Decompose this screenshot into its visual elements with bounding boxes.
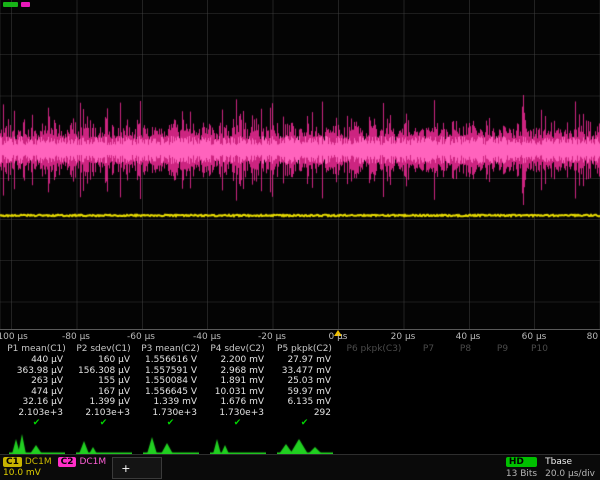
tbase-value: 20.0 µs/div: [545, 469, 595, 479]
measure-row-mean: 363.98 µV 156.308 µV 1.557591 V 2.968 mV…: [3, 366, 600, 377]
measure-value-cell: 474 µV: [3, 387, 70, 398]
param-header-p2[interactable]: P2 sdev(C1): [70, 344, 137, 355]
time-axis-label: 40 µs: [456, 332, 481, 342]
param-header-p7[interactable]: P7: [410, 344, 447, 355]
measure-value-cell: 1.557591 V: [137, 366, 204, 377]
histicon-canvas: [210, 432, 266, 454]
measure-status-row: ✔ ✔ ✔ ✔ ✔: [3, 418, 600, 428]
status-check-icon: ✔: [3, 418, 70, 428]
measure-value-cell: 6.135 mV: [271, 397, 338, 408]
measure-value-cell: 1.730e+3: [137, 408, 204, 419]
acquisition-indicator-icon: [3, 2, 18, 7]
param-header-p9[interactable]: P9: [484, 344, 521, 355]
status-check-icon: ✔: [137, 418, 204, 428]
hd-badge: HD: [506, 457, 537, 467]
measure-value-cell: 2.968 mV: [204, 366, 271, 377]
cursor-readout-box[interactable]: +: [112, 457, 162, 479]
measure-value-cell: 2.200 mV: [204, 355, 271, 366]
measure-value-cell: 25.03 mV: [271, 376, 338, 387]
status-check-icon: ✔: [271, 418, 338, 428]
c1-coupling-label: DC1M: [25, 457, 52, 467]
histicon-canvas: [143, 432, 199, 454]
param-header-p6[interactable]: P6 pkpk(C3): [338, 344, 410, 355]
waveform-canvas[interactable]: [0, 0, 600, 329]
c1-descriptor[interactable]: C1 DC1M 10.0 mV: [3, 457, 52, 478]
status-indicator-chips: [3, 2, 30, 7]
bits-label: 13 Bits: [506, 469, 537, 479]
param-histicon[interactable]: [271, 428, 338, 454]
measure-value-cell: 1.891 mV: [204, 376, 271, 387]
measure-value-cell: 1.550084 V: [137, 376, 204, 387]
time-axis-label: 80 µs: [587, 332, 600, 342]
measure-value-cell: 1.556616 V: [137, 355, 204, 366]
c2-coupling-label: DC1M: [79, 457, 106, 467]
c2-descriptor[interactable]: C2 DC1M: [58, 457, 107, 467]
c2-channel-chip[interactable]: C2: [58, 457, 77, 467]
param-header-p5[interactable]: P5 pkpk(C2): [271, 344, 338, 355]
time-axis: -100 µs -80 µs -60 µs -40 µs -20 µs 0 µs…: [0, 330, 600, 344]
c1-channel-chip[interactable]: C1: [3, 457, 22, 467]
measure-value-cell: 1.676 mV: [204, 397, 271, 408]
param-header-p3[interactable]: P3 mean(C2): [137, 344, 204, 355]
time-axis-label: 20 µs: [391, 332, 416, 342]
time-axis-label: -80 µs: [62, 332, 90, 342]
time-axis-label: 0 µs: [328, 332, 347, 342]
time-axis-label: -100 µs: [0, 332, 28, 342]
c1-scale-value: 10.0 mV: [3, 468, 52, 478]
measure-value-cell: 1.339 mV: [137, 397, 204, 408]
tbase-label: Tbase: [545, 457, 595, 467]
measure-row-num: 2.103e+3 2.103e+3 1.730e+3 1.730e+3 292: [3, 408, 600, 419]
descriptor-bar: C1 DC1M 10.0 mV C2 DC1M + HD 13 Bits Tba…: [0, 454, 600, 480]
measure-row-sdev: 32.16 µV 1.399 µV 1.339 mV 1.676 mV 6.13…: [3, 397, 600, 408]
measure-value-cell: 1.556645 V: [137, 387, 204, 398]
measure-value-cell: 10.031 mV: [204, 387, 271, 398]
measure-row-min: 263 µV 155 µV 1.550084 V 1.891 mV 25.03 …: [3, 376, 600, 387]
time-axis-label: -40 µs: [193, 332, 221, 342]
measure-value-cell: 59.97 mV: [271, 387, 338, 398]
time-axis-label: -20 µs: [258, 332, 286, 342]
measure-value-cell: 156.308 µV: [70, 366, 137, 377]
plus-cursor-icon: +: [121, 462, 130, 475]
histicon-row: [3, 428, 600, 454]
param-header-p1[interactable]: P1 mean(C1): [3, 344, 70, 355]
oscilloscope-screen: -100 µs -80 µs -60 µs -40 µs -20 µs 0 µs…: [0, 0, 600, 480]
measure-value-cell: 263 µV: [3, 376, 70, 387]
time-axis-label: -60 µs: [127, 332, 155, 342]
measure-value-cell: 1.399 µV: [70, 397, 137, 408]
param-histicon[interactable]: [70, 428, 137, 454]
measure-value-cell: 292: [271, 408, 338, 419]
measure-value-cell: 1.730e+3: [204, 408, 271, 419]
time-axis-label: 60 µs: [522, 332, 547, 342]
measure-table: P1 mean(C1) P2 sdev(C1) P3 mean(C2) P4 s…: [0, 344, 600, 454]
histicon-canvas: [76, 432, 132, 454]
measure-row-value: 440 µV 160 µV 1.556616 V 2.200 mV 27.97 …: [3, 355, 600, 366]
histicon-canvas: [277, 432, 333, 454]
measure-value-cell: 167 µV: [70, 387, 137, 398]
measure-value-cell: 33.477 mV: [271, 366, 338, 377]
param-histicon[interactable]: [137, 428, 204, 454]
measure-value-cell: 363.98 µV: [3, 366, 70, 377]
measure-value-cell: 32.16 µV: [3, 397, 70, 408]
histicon-canvas: [9, 432, 65, 454]
measure-value-cell: 2.103e+3: [3, 408, 70, 419]
timebase-descriptor[interactable]: HD 13 Bits Tbase 20.0 µs/div: [506, 457, 597, 479]
measure-value-cell: 155 µV: [70, 376, 137, 387]
param-histicon[interactable]: [3, 428, 70, 454]
measure-table-header: P1 mean(C1) P2 sdev(C1) P3 mean(C2) P4 s…: [3, 344, 600, 355]
param-header-p4[interactable]: P4 sdev(C2): [204, 344, 271, 355]
param-histicon[interactable]: [204, 428, 271, 454]
measure-value-cell: 440 µV: [3, 355, 70, 366]
measure-value-cell: 27.97 mV: [271, 355, 338, 366]
measure-value-cell: 2.103e+3: [70, 408, 137, 419]
measure-row-max: 474 µV 167 µV 1.556645 V 10.031 mV 59.97…: [3, 387, 600, 398]
param-header-p8[interactable]: P8: [447, 344, 484, 355]
param-header-p10[interactable]: P10: [521, 344, 558, 355]
waveform-plot: [0, 0, 600, 330]
measure-value-cell: 160 µV: [70, 355, 137, 366]
status-check-icon: ✔: [204, 418, 271, 428]
status-check-icon: ✔: [70, 418, 137, 428]
channel-indicator-icon: [21, 2, 30, 7]
